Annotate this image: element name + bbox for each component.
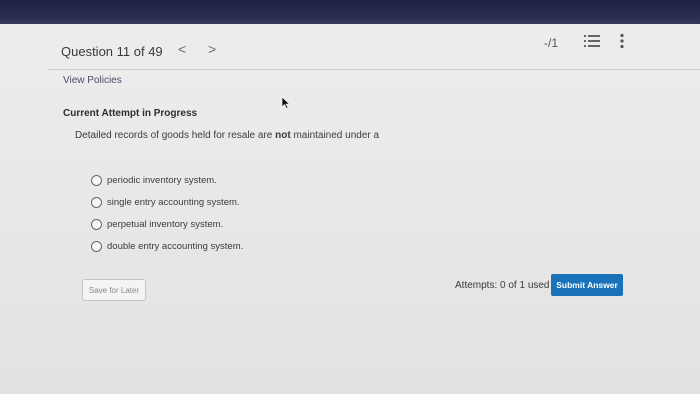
answer-option-label: single entry accounting system. (107, 196, 240, 208)
question-header: Question 11 of 49 < > -/1 (0, 24, 700, 78)
question-counter: Question 11 of 49 (61, 44, 163, 59)
score-display: -/1 (544, 36, 559, 50)
answer-option-label: perpetual inventory system. (107, 218, 224, 230)
next-question-button[interactable]: > (208, 41, 216, 57)
radio-button[interactable] (91, 196, 102, 208)
submit-answer-button[interactable]: Submit Answer (551, 274, 623, 296)
radio-button[interactable] (91, 218, 102, 230)
question-text-start: Detailed records of goods held for resal… (75, 130, 276, 141)
attempt-status-heading: Current Attempt in Progress (63, 108, 198, 119)
attempts-counter: Attempts: 0 of 1 used (455, 280, 550, 291)
previous-question-button[interactable]: < (178, 41, 186, 57)
radio-button[interactable] (91, 240, 102, 252)
top-bezel (0, 0, 700, 26)
mouse-pointer-icon (281, 97, 291, 109)
answer-option-label: double entry accounting system. (107, 240, 244, 252)
question-text-emphasis: not (275, 130, 291, 141)
answer-option[interactable]: perpetual inventory system. (91, 213, 243, 235)
answer-option[interactable]: periodic inventory system. (91, 169, 243, 191)
question-text: Detailed records of goods held for resal… (75, 130, 379, 141)
answer-option-label: periodic inventory system. (107, 174, 217, 186)
more-vertical-icon[interactable] (618, 33, 626, 49)
question-text-end: maintained under a (290, 130, 380, 141)
question-screen: Question 11 of 49 < > -/1 View Policies … (0, 24, 700, 394)
list-icon[interactable] (584, 34, 600, 48)
radio-button[interactable] (91, 174, 102, 186)
header-divider (48, 69, 700, 70)
answer-option[interactable]: single entry accounting system. (91, 191, 243, 213)
save-for-later-button[interactable]: Save for Later (82, 279, 146, 301)
view-policies-link[interactable]: View Policies (63, 75, 122, 86)
answer-option[interactable]: double entry accounting system. (91, 235, 243, 257)
answer-options: periodic inventory system. single entry … (91, 169, 243, 257)
